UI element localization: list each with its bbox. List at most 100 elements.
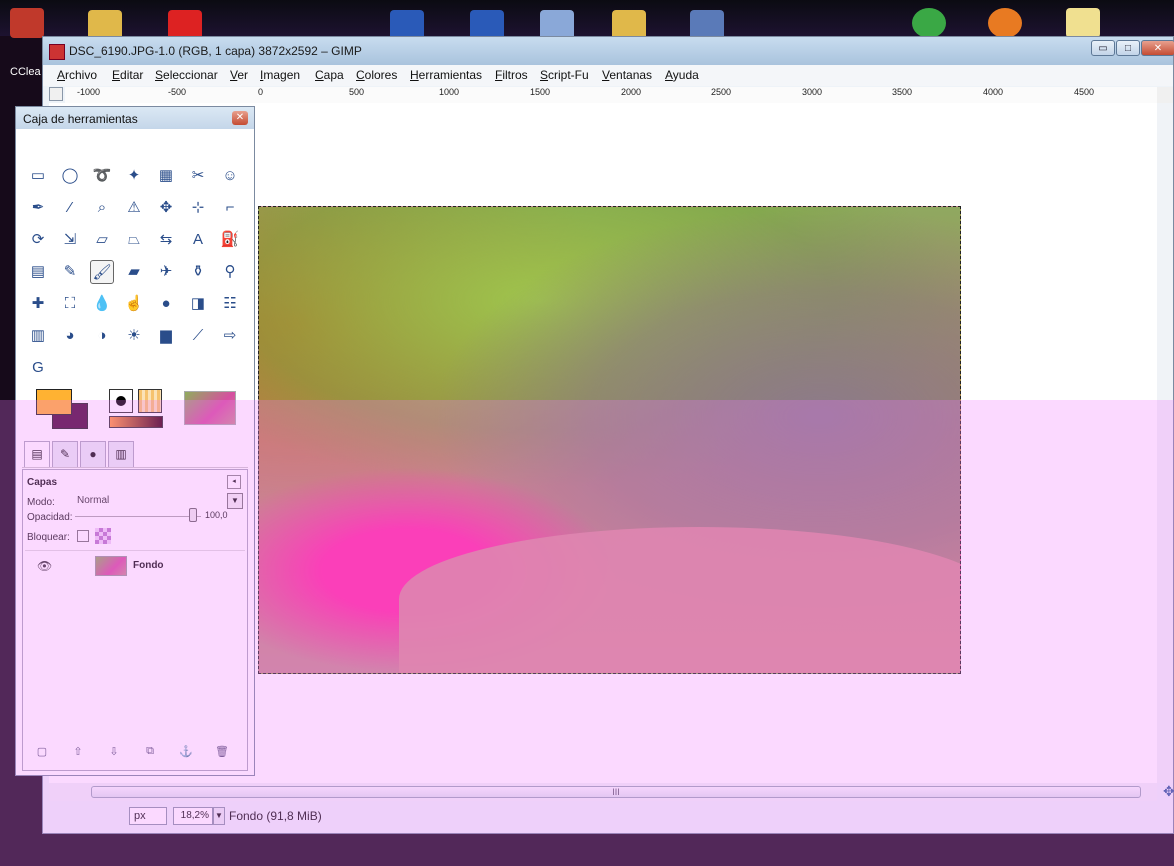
vertical-scrollbar[interactable] [1157,103,1173,783]
zoom-icon[interactable]: ⌕ [90,196,114,220]
zoom-field[interactable]: 18,2% [173,807,213,825]
pencil-icon[interactable]: ✎ [58,260,82,284]
color-balance-icon[interactable]: ▥ [26,324,50,348]
brush-preview[interactable] [109,389,133,413]
opacity-slider-thumb[interactable] [189,508,197,522]
perspective-clone-icon[interactable]: ⛶ [58,292,82,316]
menu-ventanas[interactable]: Ventanas [602,68,652,82]
lower-layer-icon[interactable]: ⇩ [106,745,122,761]
quick-mask-toggle[interactable] [49,87,63,101]
anchor-layer-icon[interactable]: ⚓ [178,745,194,761]
opacity-slider[interactable] [75,516,201,525]
pattern-preview[interactable] [138,389,162,413]
mode-dropdown-button[interactable]: ▼ [227,493,243,509]
gradient-preview[interactable] [109,416,163,428]
crop-icon[interactable]: ⌐ [218,196,242,220]
zoom-to-fit-button[interactable] [1157,87,1173,103]
blend-icon[interactable]: ▤ [26,260,50,284]
foreground-select-icon[interactable]: ☺ [218,164,242,188]
zoom-dropdown-button[interactable]: ▼ [213,807,225,825]
lock-alpha-icon[interactable] [95,528,111,544]
menu-capa[interactable]: Capa [315,68,344,82]
measure-icon[interactable]: ⚠ [122,196,146,220]
shear-icon[interactable]: ▱ [90,228,114,252]
gegl-icon[interactable]: G [26,356,50,380]
color-curves-icon[interactable]: ⟋ [186,324,210,348]
home-icon[interactable] [1066,8,1100,38]
menu-ver[interactable]: Ver [230,68,248,82]
toolbox-close-button[interactable]: ✕ [232,111,248,125]
blur-icon[interactable]: 💧 [90,292,114,316]
threshold-icon[interactable]: ◑ [90,324,114,348]
tab-layers[interactable]: ▤ [24,441,50,467]
layer-name[interactable]: Fondo [133,560,164,571]
image-window-titlebar[interactable]: DSC_6190.JPG-1.0 (RGB, 1 capa) 3872x2592… [43,37,1174,65]
perspective-icon[interactable]: ⏢ [122,228,146,252]
ccleaner-icon[interactable] [10,8,44,38]
tab-brushes[interactable]: ● [80,441,106,467]
rotate-icon[interactable]: ⟳ [26,228,50,252]
free-select-icon[interactable]: ➰ [90,164,114,188]
menu-herramientas[interactable]: Herramientas [410,68,482,82]
paintbrush-icon[interactable]: 🖌 [90,260,114,284]
scissors-select-icon[interactable]: ✂ [186,164,210,188]
tab-patterns[interactable]: ▥ [108,441,134,467]
firefox-icon[interactable] [988,8,1022,38]
opacity-value[interactable]: 100,0 [205,510,228,520]
tab-tool-options[interactable]: ✎ [52,441,78,467]
navigate-icon[interactable]: ✥ [1163,783,1174,799]
flip-icon[interactable]: ⇆ [154,228,178,252]
heal-icon[interactable]: ✚ [26,292,50,316]
duplicate-layer-icon[interactable]: ⧉ [142,745,158,761]
dodge-burn-icon[interactable]: ● [154,292,178,316]
menu-archivo[interactable]: Archivo [57,68,97,82]
move-icon[interactable]: ✥ [154,196,178,220]
scale-icon[interactable]: ⇲ [58,228,82,252]
menu-ayuda[interactable]: Ayuda [665,68,699,82]
foreground-color[interactable] [36,389,72,415]
color-select-icon[interactable]: ▦ [154,164,178,188]
app-icon[interactable] [912,8,946,38]
ink-icon[interactable]: ⚱ [186,260,210,284]
brightness-contrast-icon[interactable]: ☀ [122,324,146,348]
maximize-button[interactable]: □ [1116,40,1140,56]
horizontal-scrollbar[interactable]: III [49,783,1157,801]
hue-saturation-icon[interactable]: ◕ [58,324,82,348]
raise-layer-icon[interactable]: ⇧ [70,745,86,761]
clone-icon[interactable]: ⚲ [218,260,242,284]
new-layer-icon[interactable]: ▢ [34,745,50,761]
menu-colores[interactable]: Colores [356,68,397,82]
menu-filtros[interactable]: Filtros [495,68,528,82]
align-icon[interactable]: ⊹ [186,196,210,220]
menu-seleccionar[interactable]: Seleccionar [155,68,218,82]
horizontal-scroll-thumb[interactable]: III [91,786,1141,798]
active-image-thumbnail[interactable] [184,391,236,425]
layer-arrange-icon[interactable]: ⇨ [218,324,242,348]
levels-icon[interactable]: ◨ [186,292,210,316]
fuzzy-select-icon[interactable]: ✦ [122,164,146,188]
unit-select[interactable]: px [129,807,167,825]
layer-row[interactable]: 👁 Fondo [25,550,245,581]
curves-icon[interactable]: ☷ [218,292,242,316]
eye-icon[interactable]: 👁 [37,559,52,573]
airbrush-icon[interactable]: ✈ [154,260,178,284]
text-icon[interactable]: A [186,228,210,252]
panel-menu-button[interactable]: ◂ [227,475,241,489]
ellipse-select-icon[interactable]: ◯ [58,164,82,188]
lock-pixels-checkbox[interactable] [77,530,89,542]
rect-select-icon[interactable]: ▭ [26,164,50,188]
histogram-icon[interactable]: ▆ [154,324,178,348]
minimize-button[interactable]: ▭ [1091,40,1115,56]
eraser-icon[interactable]: ▰ [122,260,146,284]
bucket-fill-icon[interactable]: ⛽ [218,228,242,252]
menu-imagen[interactable]: Imagen [260,68,300,82]
color-picker-icon[interactable]: ⁄ [58,196,82,220]
close-button[interactable]: ✕ [1141,40,1174,56]
image-layer-photo[interactable] [258,206,961,674]
horizontal-ruler[interactable]: -1000 -500 0 500 1000 1500 2000 2500 3000 3500 400… [65,87,1157,104]
mode-value[interactable]: Normal [77,495,109,506]
paths-icon[interactable]: ✒ [26,196,50,220]
menu-editar[interactable]: Editar [112,68,143,82]
smudge-icon[interactable]: ☝ [122,292,146,316]
menu-script-fu[interactable]: Script-Fu [540,68,589,82]
